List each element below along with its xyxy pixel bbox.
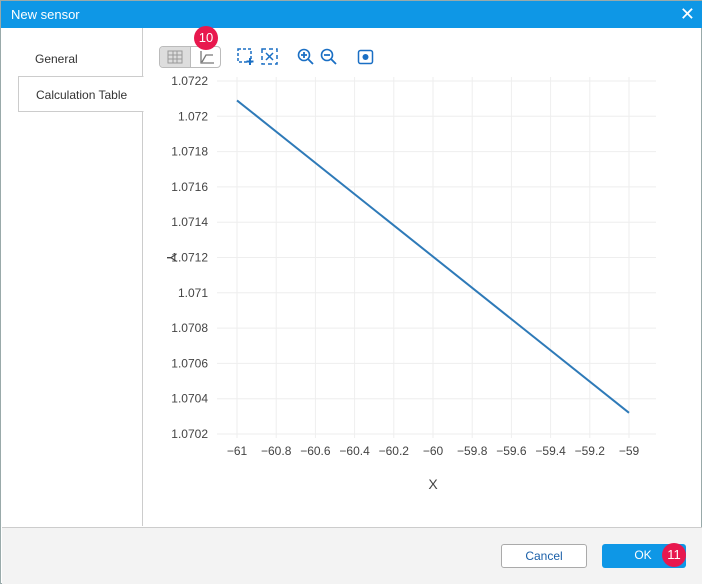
- step-badge-11: 11: [662, 543, 686, 567]
- y-tick-label: 1.0708: [171, 321, 208, 335]
- x-tick-label: −60.8: [261, 444, 292, 458]
- y-tick-label: 1.0706: [171, 356, 208, 370]
- x-tick-label: −61: [227, 444, 248, 458]
- y-tick-label: 1.0718: [171, 145, 208, 159]
- x-tick-label: −60.2: [379, 444, 410, 458]
- y-tick-label: 1.0722: [171, 74, 208, 88]
- y-tick-label: 1.0704: [171, 392, 208, 406]
- y-axis-label: Y: [164, 253, 180, 263]
- x-tick-label: −59.2: [575, 444, 606, 458]
- x-tick-label: −60.4: [339, 444, 370, 458]
- y-tick-label: 1.071: [178, 286, 208, 300]
- y-tick-label: 1.0702: [171, 427, 208, 441]
- new-sensor-dialog: New sensor ✕ General Calculation Table 1…: [0, 0, 702, 584]
- chart[interactable]: 1.07021.07041.07061.07081.0711.07121.071…: [1, 1, 702, 501]
- cancel-button[interactable]: Cancel: [501, 544, 587, 568]
- footer: [2, 527, 702, 584]
- x-tick-label: −59.8: [457, 444, 488, 458]
- x-tick-label: −60: [423, 444, 444, 458]
- x-tick-label: −59.6: [496, 444, 527, 458]
- x-axis-label: X: [428, 476, 438, 492]
- y-tick-label: 1.0714: [171, 215, 208, 229]
- y-tick-label: 1.072: [178, 109, 208, 123]
- y-tick-label: 1.0716: [171, 180, 208, 194]
- x-tick-label: −59.4: [535, 444, 566, 458]
- x-tick-label: −59: [619, 444, 640, 458]
- x-tick-label: −60.6: [300, 444, 331, 458]
